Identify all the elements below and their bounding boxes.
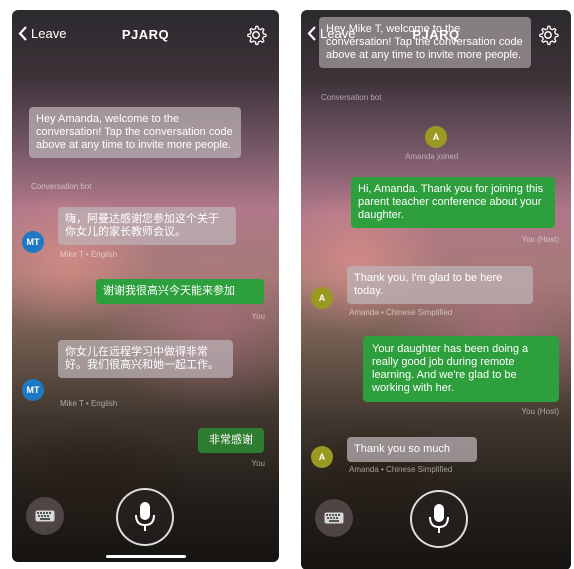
avatar-amanda-2: A [311,446,333,468]
message-bubble-you-1: 谢谢我很高兴今天能来参加 [96,279,264,304]
message-bubble-mike-2: 你女儿在远程学习中做得非常好。我们很高兴和她一起工作。 [58,340,233,378]
home-indicator [105,555,186,558]
keyboard-icon [324,512,344,524]
message-caption-amanda-2: Amanda • Chinese Simplified [349,465,453,474]
message-caption-host-1: You (Host) [521,235,560,244]
avatar-amanda-joined: A [425,126,447,148]
phone-screen-right: Hey Mike T, welcome to the conversation!… [301,10,571,569]
message-bubble-you-2: 非常感谢 [198,428,264,453]
top-bar: Leave PJARQ [12,10,279,60]
message-caption-you-2: You [251,459,266,468]
microphone-button[interactable] [116,488,174,546]
avatar-amanda: A [311,287,333,309]
bot-caption: Conversation bot [321,93,382,102]
keyboard-icon [35,510,55,522]
bot-caption: Conversation bot [31,182,92,191]
message-bubble-host-2: Your daughter has been doing a really go… [363,336,559,402]
message-caption-host-2: You (Host) [521,407,560,416]
message-caption-mike-1: Mike T • English [60,250,118,259]
conversation-code[interactable]: PJARQ [12,27,279,42]
message-bubble-amanda-2: Thank you so much [347,437,477,462]
keyboard-button[interactable] [26,497,64,535]
phone-screen-left: Leave PJARQ Hey Amanda, welcome to the c… [12,10,279,562]
message-bubble-mike-1: 嗨，阿曼达感谢您参加这个关于你女儿的家长教师会议。 [58,207,236,245]
message-bubble-amanda-1: Thank you, I'm glad to be here today. [347,266,533,304]
conversation-code[interactable]: PJARQ [301,27,571,42]
microphone-icon [429,504,449,533]
message-caption-amanda-1: Amanda • Chinese Simplified [349,308,453,317]
message-caption-mike-2: Mike T • English [60,399,118,408]
gear-icon[interactable] [537,24,559,46]
bot-message-bubble: Hey Amanda, welcome to the conversation!… [29,107,241,158]
microphone-icon [135,502,155,531]
top-bar: Leave PJARQ [301,10,571,60]
amanda-joined-notice: Amanda joined [405,152,459,161]
avatar-mike: MT [22,231,44,253]
message-bubble-host-1: Hi, Amanda. Thank you for joining this p… [351,177,555,228]
keyboard-button[interactable] [315,499,353,537]
avatar-mike-2: MT [22,379,44,401]
microphone-button[interactable] [410,490,468,548]
gear-icon[interactable] [245,24,267,46]
message-caption-you-1: You [251,312,266,321]
